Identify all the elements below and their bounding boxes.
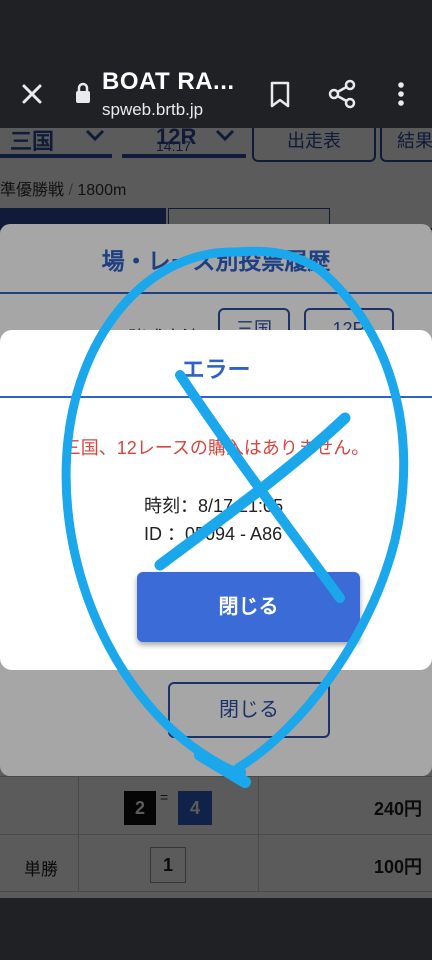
error-dialog: エラー 三国、12レースの購入はありません。 時刻：8/17 21:05 ID …: [0, 330, 432, 670]
error-close-button[interactable]: 閉じる: [137, 572, 360, 642]
more-options-icon[interactable]: [390, 78, 412, 110]
close-icon[interactable]: [16, 78, 48, 110]
share-icon[interactable]: [326, 78, 358, 110]
page-url[interactable]: spweb.brtb.jp: [102, 100, 203, 120]
error-title: エラー: [181, 356, 251, 382]
divider: [0, 396, 432, 398]
status-bar: [0, 0, 432, 60]
page-title: BOAT RA...: [102, 68, 235, 95]
error-time: 時刻：8/17 21:05: [144, 496, 284, 516]
error-message: 三国、12レースの購入はありません。: [62, 438, 370, 458]
browser-toolbar: BOAT RA... spweb.brtb.jp: [0, 60, 432, 128]
error-id: ID ：05094 - A86: [144, 524, 283, 544]
lock-icon: [76, 82, 90, 103]
bookmark-icon[interactable]: [266, 78, 294, 110]
navigation-bar: [0, 898, 432, 960]
